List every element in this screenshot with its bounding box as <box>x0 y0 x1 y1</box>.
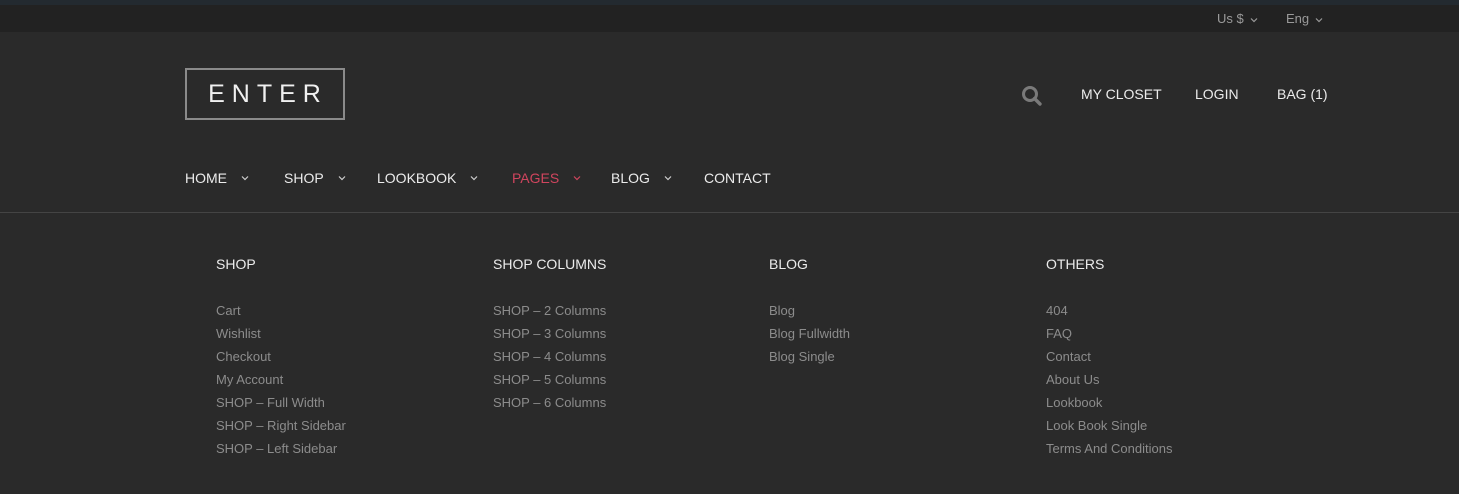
menu-link[interactable]: Lookbook <box>1046 391 1172 414</box>
top-bar: Us $ Eng <box>0 5 1459 32</box>
chevron-down-icon <box>241 175 249 181</box>
login-link[interactable]: LOGIN <box>1195 86 1239 102</box>
nav-item-label: HOME <box>185 170 227 186</box>
nav-divider <box>0 212 1459 213</box>
nav-item-home[interactable]: HOME <box>185 170 249 186</box>
mega-menu-column-blog: BLOG Blog Blog Fullwidth Blog Single <box>769 256 850 368</box>
column-heading: SHOP <box>216 256 256 272</box>
chevron-down-icon <box>1250 17 1258 23</box>
menu-link[interactable]: SHOP – Full Width <box>216 391 346 414</box>
menu-link[interactable]: SHOP – 5 Columns <box>493 368 606 391</box>
mega-menu-column-shop-columns: SHOP COLUMNS SHOP – 2 Columns SHOP – 3 C… <box>493 256 606 414</box>
nav-item-label: CONTACT <box>704 170 771 186</box>
nav-item-blog[interactable]: BLOG <box>611 170 672 186</box>
menu-link[interactable]: Terms And Conditions <box>1046 437 1172 460</box>
nav-item-contact[interactable]: CONTACT <box>704 170 771 186</box>
nav-item-label: BLOG <box>611 170 650 186</box>
currency-label: Us $ <box>1217 11 1244 26</box>
chevron-down-icon <box>470 175 478 181</box>
menu-link[interactable]: Blog Single <box>769 345 850 368</box>
mega-menu-column-others: OTHERS 404 FAQ Contact About Us Lookbook… <box>1046 256 1172 460</box>
chevron-down-icon <box>338 175 346 181</box>
language-selector[interactable]: Eng <box>1286 5 1323 32</box>
menu-link[interactable]: Cart <box>216 299 346 322</box>
menu-link[interactable]: My Account <box>216 368 346 391</box>
column-heading: BLOG <box>769 256 808 272</box>
menu-link[interactable]: About Us <box>1046 368 1172 391</box>
nav-item-label: PAGES <box>512 170 560 186</box>
mega-menu-column-shop: SHOP Cart Wishlist Checkout My Account S… <box>216 256 346 460</box>
menu-link[interactable]: Checkout <box>216 345 346 368</box>
currency-selector[interactable]: Us $ <box>1217 5 1258 32</box>
my-closet-link[interactable]: MY CLOSET <box>1081 86 1162 102</box>
chevron-down-icon <box>573 175 581 181</box>
nav-item-label: LOOKBOOK <box>377 170 457 186</box>
column-heading: OTHERS <box>1046 256 1105 272</box>
language-label: Eng <box>1286 11 1310 26</box>
menu-link[interactable]: SHOP – 4 Columns <box>493 345 606 368</box>
menu-link[interactable]: 404 <box>1046 299 1172 322</box>
chevron-down-icon <box>664 175 672 181</box>
menu-link[interactable]: SHOP – Right Sidebar <box>216 414 346 437</box>
menu-link[interactable]: Look Book Single <box>1046 414 1172 437</box>
menu-link[interactable]: FAQ <box>1046 322 1172 345</box>
menu-link[interactable]: Contact <box>1046 345 1172 368</box>
menu-link[interactable]: SHOP – 6 Columns <box>493 391 606 414</box>
menu-link[interactable]: SHOP – 2 Columns <box>493 299 606 322</box>
nav-item-label: SHOP <box>284 170 324 186</box>
menu-link[interactable]: Wishlist <box>216 322 346 345</box>
nav-item-pages[interactable]: PAGES <box>512 170 581 186</box>
menu-link[interactable]: SHOP – 3 Columns <box>493 322 606 345</box>
site-logo[interactable]: ENTER <box>185 68 345 120</box>
nav-item-lookbook[interactable]: LOOKBOOK <box>377 170 478 186</box>
bag-link[interactable]: BAG (1) <box>1277 86 1328 102</box>
search-icon[interactable] <box>1021 85 1043 107</box>
nav-item-shop[interactable]: SHOP <box>284 170 346 186</box>
menu-link[interactable]: Blog <box>769 299 850 322</box>
menu-link[interactable]: SHOP – Left Sidebar <box>216 437 346 460</box>
chevron-down-icon <box>1315 17 1323 23</box>
column-heading: SHOP COLUMNS <box>493 256 607 272</box>
menu-link[interactable]: Blog Fullwidth <box>769 322 850 345</box>
